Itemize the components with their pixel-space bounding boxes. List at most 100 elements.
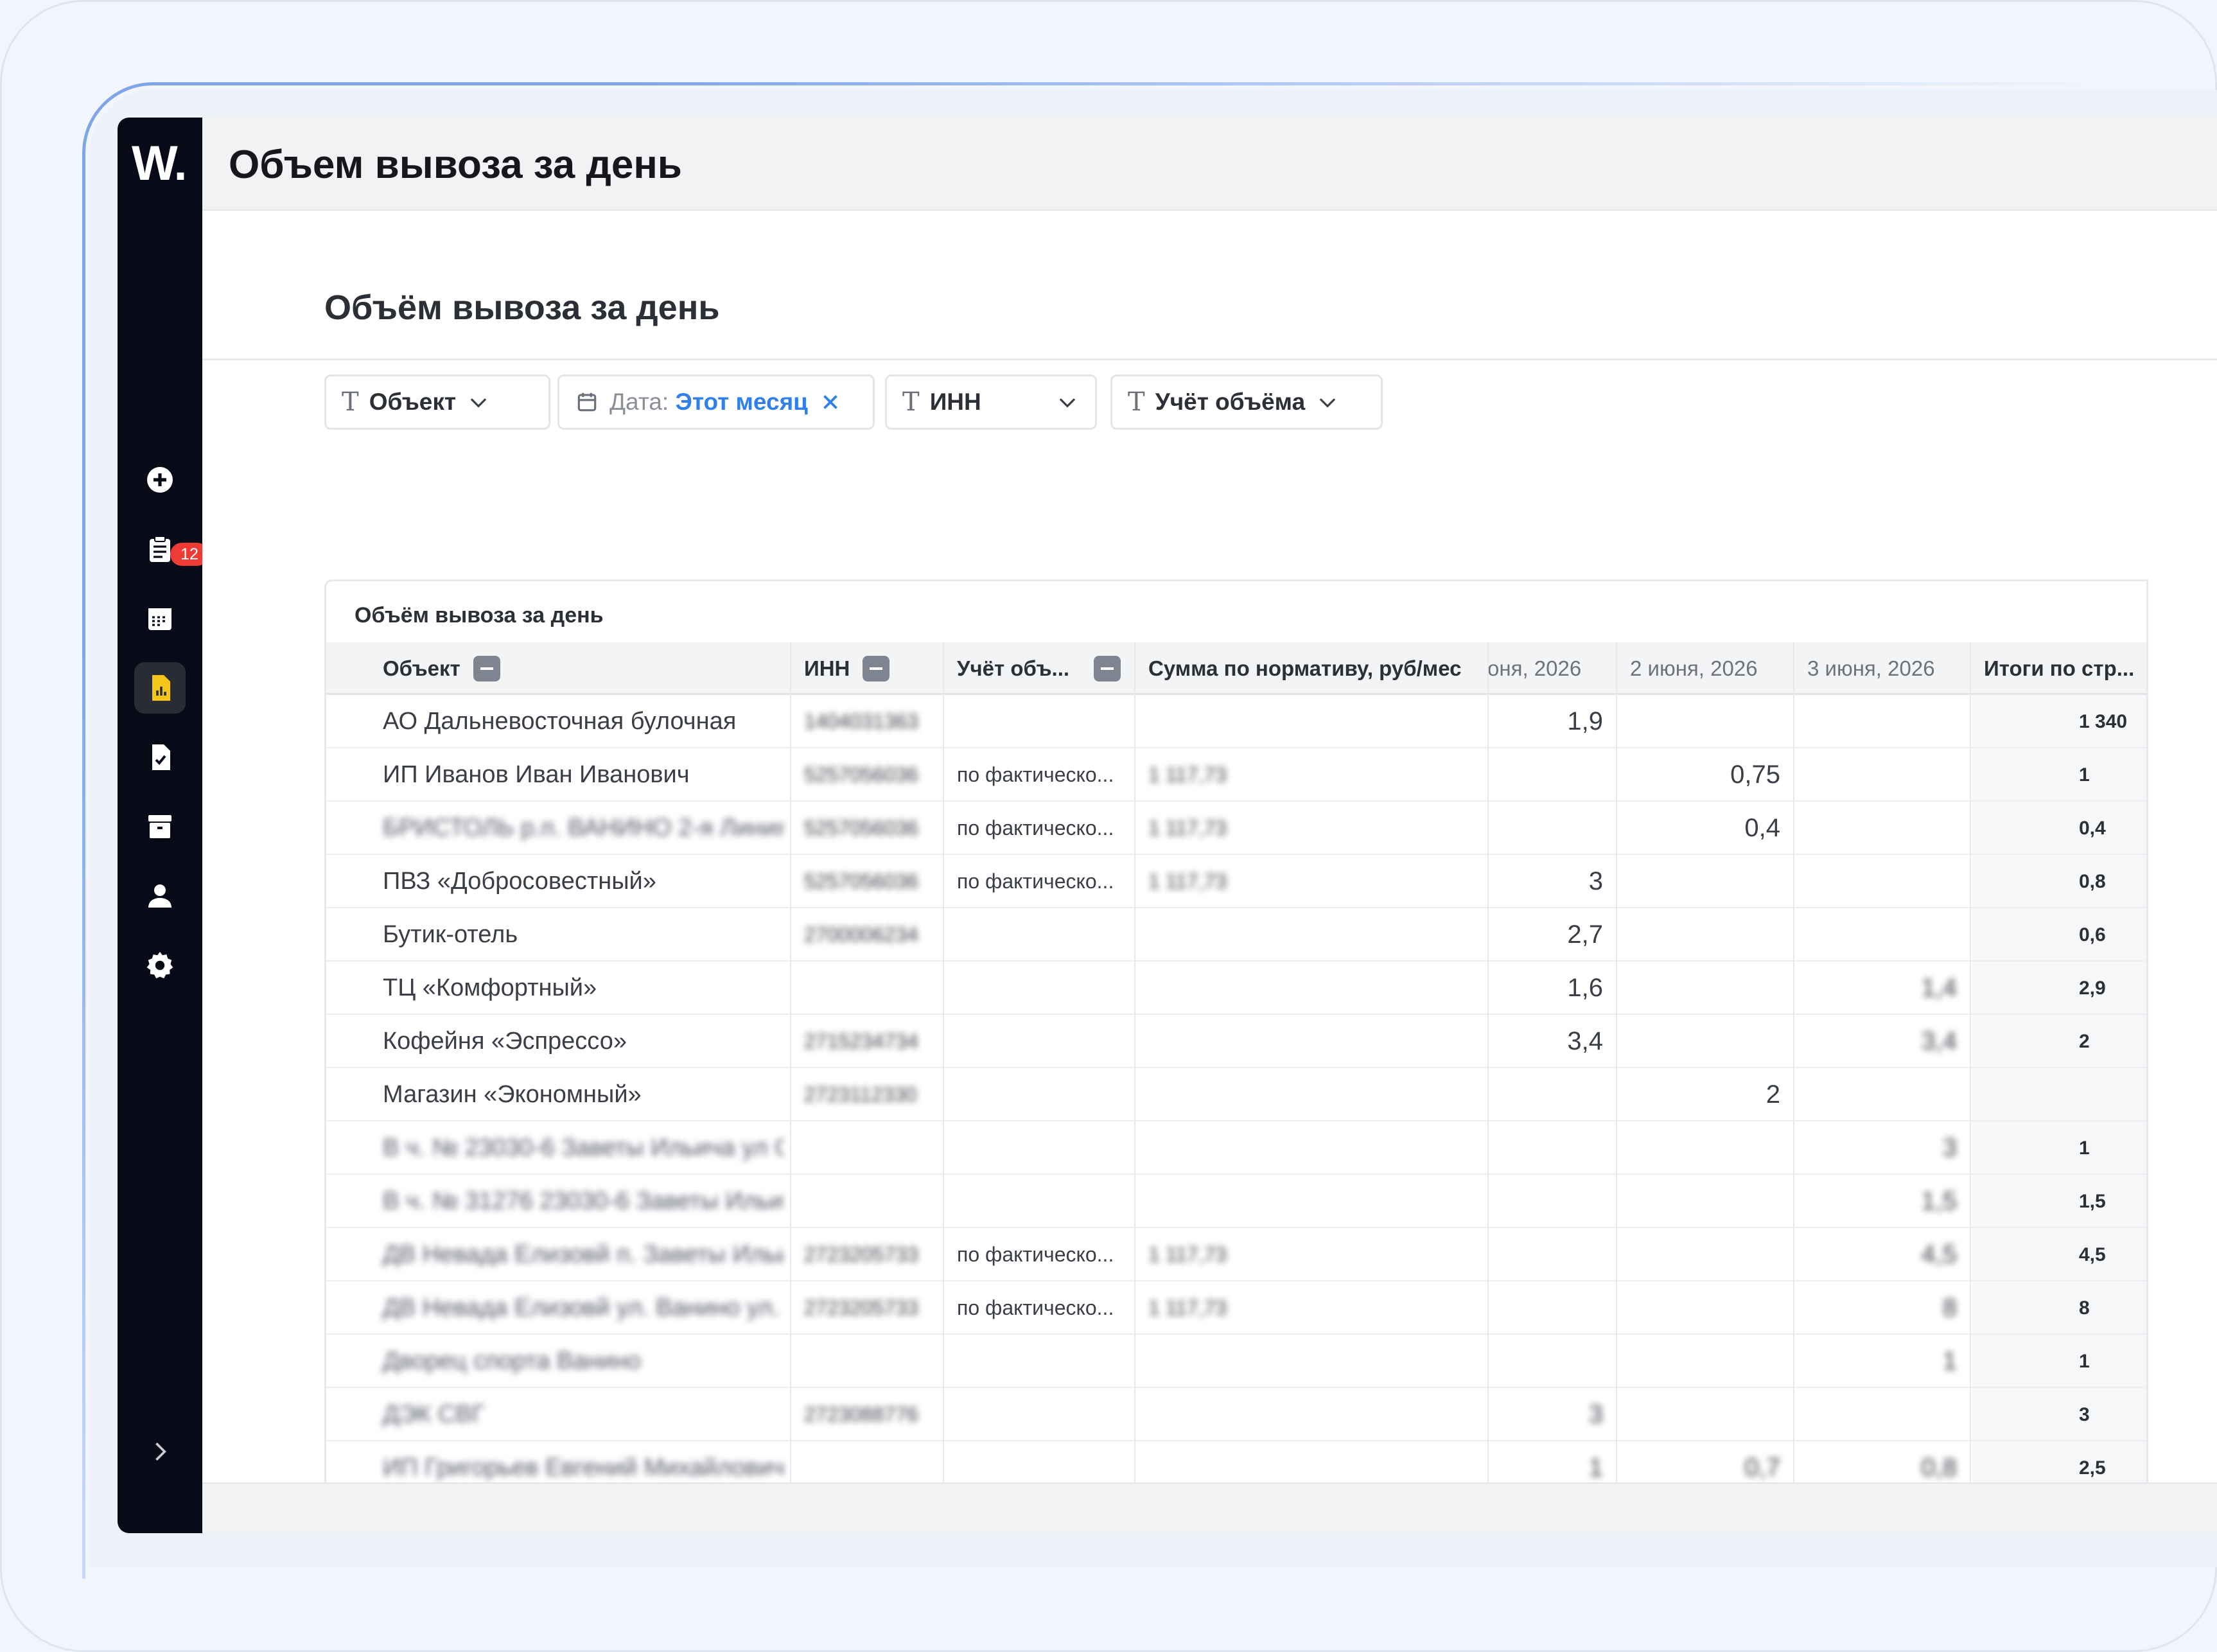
cell-d1 <box>1487 1175 1603 1228</box>
table-title: Объём вывоза за день <box>355 603 604 628</box>
column-divider <box>790 642 791 1533</box>
table-row[interactable]: ПВЗ «Добросовестный» 5257056036 по фактиче… <box>326 855 2146 908</box>
reports-icon[interactable] <box>134 662 186 714</box>
archive-icon[interactable] <box>134 801 186 852</box>
cell-d2 <box>1616 1015 1780 1068</box>
table-row[interactable]: ДВ Невада Елизовй ул. Ванино ул. Цен... 2… <box>326 1281 2146 1335</box>
tasks-icon[interactable]: 12 <box>134 523 209 575</box>
cell-sum <box>1148 1175 1481 1228</box>
table-row[interactable]: ДЭК СВГ 2723088776 3 3 <box>326 1388 2146 1441</box>
table-row[interactable]: Магазин «Экономный» 2723112330 2 <box>326 1068 2146 1121</box>
date-filter[interactable]: Дата: Этот месяц <box>557 374 875 430</box>
app-window: W. 12 Объем вывоза за день Объём вывоза … <box>118 118 2217 1533</box>
cell-inn <box>804 1335 936 1388</box>
cell-d3: 4,5 <box>1921 1240 1957 1269</box>
cell-inn: 5257056036 <box>804 816 918 839</box>
column-header-volume[interactable]: Учёт объ... <box>957 642 1134 695</box>
cell-d3: 1,4 <box>1921 974 1957 1002</box>
cell-d1 <box>1487 748 1603 802</box>
text-type-icon: T <box>902 387 920 417</box>
cell-d3 <box>1793 1388 1957 1441</box>
text-type-icon: T <box>342 387 359 417</box>
documents-icon[interactable] <box>134 732 186 783</box>
collapse-group-icon[interactable] <box>473 656 500 681</box>
cell-inn: 2723205733 <box>804 1243 918 1266</box>
cell-volume: по фактическо... <box>957 1243 1114 1266</box>
table-row[interactable]: Кофейня «Эспрессо» 2715234734 3,4 3,4 2 <box>326 1015 2146 1068</box>
cell-d3 <box>1793 1068 1957 1121</box>
table-row[interactable]: ДВ Невада Елизовй п. Заветы Ильича П... 2… <box>326 1228 2146 1281</box>
volume-filter[interactable]: T Учёт объёма <box>1110 374 1383 430</box>
table-row[interactable]: Дворец спорта Ванино 1 1 <box>326 1335 2146 1388</box>
cell-total: 8 <box>2079 1297 2090 1319</box>
table-row[interactable]: ИП Иванов Иван Иванович 5257056036 по факт… <box>326 748 2146 802</box>
cell-d2 <box>1616 1281 1780 1335</box>
settings-icon[interactable] <box>134 940 186 991</box>
table-row[interactable]: В ч. № 23030-6 Заветы Ильича ул Стр... 3 1 <box>326 1121 2146 1175</box>
cell-d3: 1,5 <box>1921 1187 1957 1215</box>
cell-inn <box>804 962 936 1015</box>
cell-d1: 2,7 <box>1567 920 1603 949</box>
column-header-sum[interactable]: Сумма по нормативу, руб/мес <box>1148 642 1487 695</box>
cell-sum <box>1148 1015 1481 1068</box>
cell-sum <box>1148 908 1481 962</box>
object-filter[interactable]: T Объект <box>324 374 550 430</box>
app-logo[interactable]: W. <box>132 136 188 191</box>
cell-inn: 1404031363 <box>804 710 918 733</box>
table-row[interactable]: ТЦ «Комфортный» 1,6 1,4 2,9 <box>326 962 2146 1015</box>
column-divider <box>1793 642 1794 1533</box>
cell-volume <box>957 1388 1128 1441</box>
column-divider <box>1487 642 1489 1533</box>
cell-d1 <box>1487 1228 1603 1281</box>
calendar-icon[interactable] <box>134 593 186 644</box>
cell-total: 1 <box>2079 1137 2090 1159</box>
sidebar: W. 12 <box>118 118 209 1533</box>
table-row[interactable]: БРИСТОЛЬ р.п. ВАНИНО 2-я Линия д. 1 52570… <box>326 802 2146 855</box>
expand-sidebar-chevron-icon[interactable] <box>146 1437 174 1466</box>
clear-date-icon[interactable] <box>818 390 843 414</box>
user-icon[interactable] <box>134 870 186 922</box>
cell-d2 <box>1616 962 1780 1015</box>
cell-d2 <box>1616 695 1780 748</box>
cell-inn: 2715234734 <box>804 1030 918 1053</box>
cell-sum <box>1148 962 1481 1015</box>
collapse-group-icon[interactable] <box>863 656 890 681</box>
cell-volume: по фактическо... <box>957 870 1114 893</box>
table-row[interactable]: В ч. № 31276 23030-6 Заветы Ильич... 1,5 1… <box>326 1175 2146 1228</box>
table-row[interactable]: АО Дальневосточная булочная 1404031363 1,9… <box>326 695 2146 748</box>
cell-d1: 1,6 <box>1567 974 1603 1002</box>
cell-d1: 3 <box>1588 867 1603 895</box>
cell-sum <box>1148 1388 1481 1441</box>
cell-inn <box>804 1121 936 1175</box>
cell-sum: 1 117,73 <box>1148 763 1227 786</box>
cell-total: 1 <box>2079 1350 2090 1372</box>
cell-sum <box>1148 1335 1481 1388</box>
inn-filter[interactable]: T ИНН <box>885 374 1097 430</box>
cell-total: 2,9 <box>2079 977 2106 999</box>
column-header-d3[interactable]: 3 июня, 2026 <box>1807 642 1970 695</box>
column-header-d1[interactable]: оня, 2026 <box>1487 642 1602 695</box>
cell-d3: 3,4 <box>1921 1027 1957 1055</box>
chevron-down-icon <box>1059 398 1076 408</box>
column-header-totals[interactable]: Итоги по стр... <box>1984 642 2146 695</box>
cell-sum: 1 117,73 <box>1148 1296 1227 1319</box>
table-header: Объект ИНН Учёт объ... Сумма по нормативу, … <box>326 642 2146 695</box>
collapse-group-icon[interactable] <box>1094 656 1121 681</box>
cell-volume: по фактическо... <box>957 1296 1114 1319</box>
column-header-inn[interactable]: ИНН <box>804 642 943 695</box>
add-icon[interactable] <box>134 454 186 505</box>
cell-volume <box>957 1121 1128 1175</box>
cell-total: 0,4 <box>2079 817 2106 839</box>
cell-d1 <box>1487 1281 1603 1335</box>
cell-d1: 3,4 <box>1567 1027 1603 1055</box>
column-header-object[interactable]: Объект <box>383 642 790 695</box>
column-header-d2[interactable]: 2 июня, 2026 <box>1630 642 1793 695</box>
cell-d2: 0,75 <box>1730 760 1780 789</box>
table-row[interactable]: Бутик-отель 2700006234 2,7 0,6 <box>326 908 2146 962</box>
text-type-icon: T <box>1128 387 1145 417</box>
cell-d3 <box>1793 802 1957 855</box>
cell-d3: 1 <box>1942 1347 1957 1375</box>
cell-volume <box>957 1068 1128 1121</box>
cell-d2 <box>1616 1228 1780 1281</box>
cell-d2 <box>1616 1335 1780 1388</box>
